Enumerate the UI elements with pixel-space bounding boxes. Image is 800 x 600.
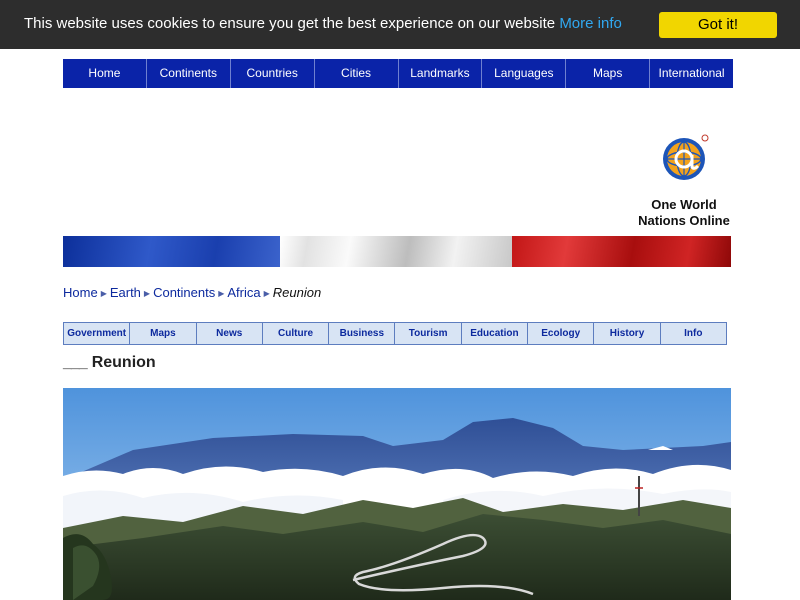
nav-continents[interactable]: Continents (147, 59, 231, 88)
page-title: ___ Reunion (63, 354, 156, 372)
subnav-news[interactable]: News (197, 323, 263, 344)
flag-white-stripe (280, 236, 512, 267)
subnav-maps[interactable]: Maps (130, 323, 197, 344)
subnav-government[interactable]: Government (64, 323, 131, 344)
cookie-more-info-link[interactable]: More info (559, 15, 622, 32)
site-name-line2: Nations Online (638, 213, 730, 228)
country-subnav: Government Maps News Culture Business To… (63, 322, 727, 345)
nav-home[interactable]: Home (63, 59, 147, 88)
subnav-culture[interactable]: Culture (263, 323, 330, 344)
breadcrumb-arrow-icon: ▶ (100, 289, 107, 298)
subnav-info[interactable]: Info (661, 323, 726, 344)
subnav-education[interactable]: Education (462, 323, 529, 344)
title-text: Reunion (91, 354, 156, 371)
cookie-accept-button[interactable]: Got it! (659, 12, 777, 38)
reunion-landscape-photo (63, 388, 731, 600)
subnav-business[interactable]: Business (329, 323, 396, 344)
breadcrumb-africa[interactable]: Africa (227, 285, 260, 300)
breadcrumb-home[interactable]: Home (63, 285, 98, 300)
site-name-line1: One World (651, 197, 717, 212)
site-name: One World Nations Online (625, 197, 743, 229)
cookie-message: This website uses cookies to ensure you … (24, 15, 622, 32)
cookie-message-text: This website uses cookies to ensure you … (24, 15, 556, 32)
flag-blue-stripe (63, 236, 280, 267)
subnav-tourism[interactable]: Tourism (395, 323, 462, 344)
globe-at-logo-icon[interactable] (660, 133, 710, 183)
nav-cities[interactable]: Cities (315, 59, 399, 88)
nav-international[interactable]: International (650, 59, 733, 88)
breadcrumb-arrow-icon: ▶ (143, 289, 151, 298)
breadcrumb-arrow-icon: ▶ (263, 289, 270, 298)
subnav-history[interactable]: History (594, 323, 661, 344)
nav-countries[interactable]: Countries (231, 59, 315, 88)
cookie-consent-bar: This website uses cookies to ensure you … (0, 0, 800, 49)
main-navigation: Home Continents Countries Cities Landmar… (63, 59, 733, 88)
breadcrumb-arrow-icon: ▶ (218, 289, 225, 298)
breadcrumb-earth[interactable]: Earth (110, 285, 141, 300)
nav-landmarks[interactable]: Landmarks (399, 59, 483, 88)
breadcrumb: Home ▶ Earth ▶ Continents ▶ Africa ▶ Reunion (63, 285, 321, 300)
flag-red-stripe (512, 236, 731, 267)
title-prefix: ___ (63, 354, 88, 371)
nav-maps[interactable]: Maps (566, 59, 651, 88)
nav-languages[interactable]: Languages (482, 59, 567, 88)
breadcrumb-continents[interactable]: Continents (153, 285, 215, 300)
subnav-ecology[interactable]: Ecology (528, 323, 595, 344)
breadcrumb-current: Reunion (272, 285, 322, 300)
flag-banner (63, 236, 731, 267)
